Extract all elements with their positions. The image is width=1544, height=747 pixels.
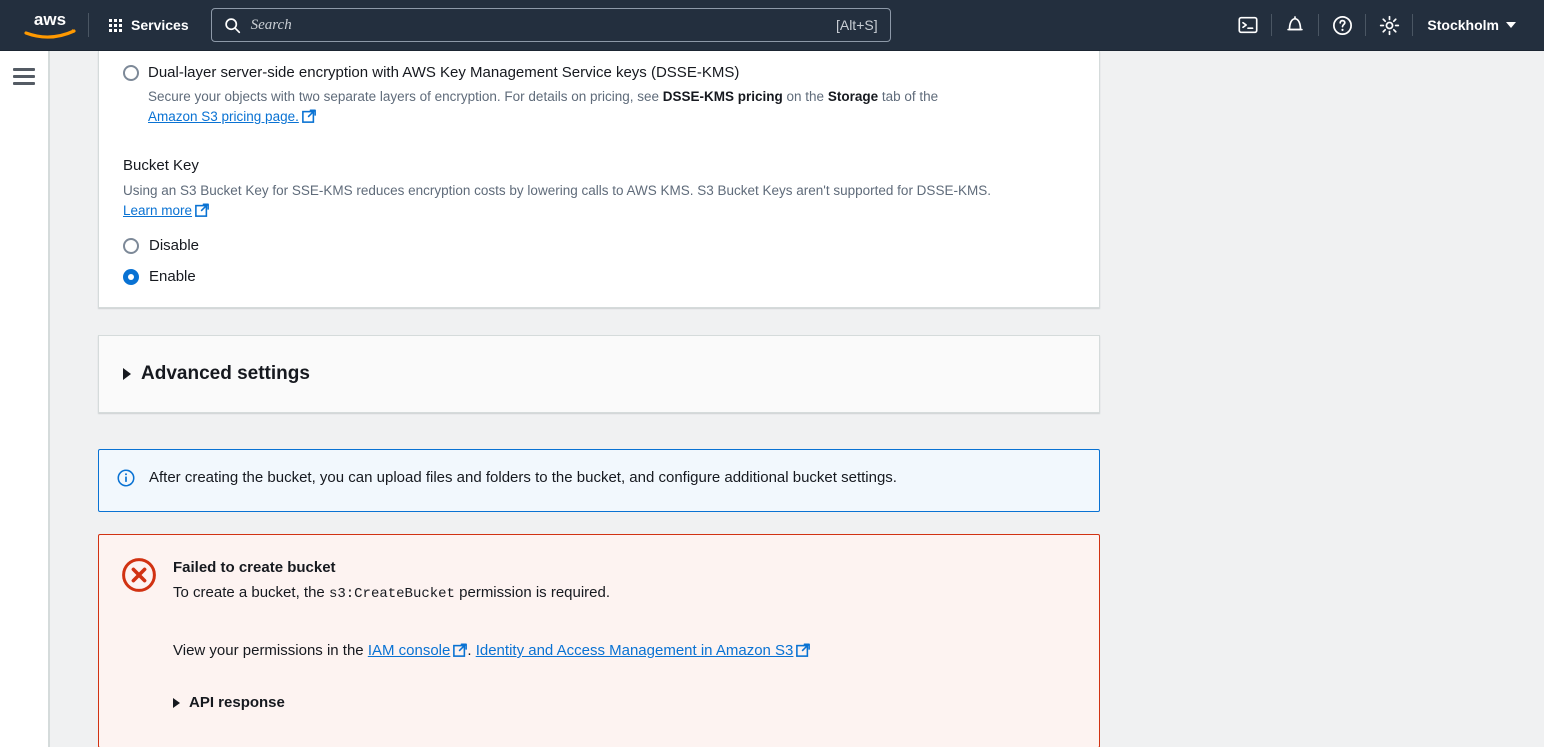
error-alert-links: View your permissions in the IAM console… <box>173 640 1077 664</box>
aws-logo[interactable]: aws <box>14 9 86 41</box>
error-alert-title: Failed to create bucket <box>173 557 1077 579</box>
region-selector[interactable]: Stockholm <box>1413 0 1530 51</box>
cloudshell-button[interactable] <box>1225 0 1271 51</box>
region-label: Stockholm <box>1427 17 1499 33</box>
error-message-prefix: To create a bucket, the <box>173 584 329 601</box>
dsse-kms-radio[interactable] <box>123 65 139 81</box>
error-alert-message: To create a bucket, the s3:CreateBucket … <box>173 581 1077 606</box>
error-message-permission-code: s3:CreateBucket <box>329 586 455 602</box>
external-link-icon <box>195 203 209 223</box>
iam-in-amazon-s3-link[interactable]: Identity and Access Management in Amazon… <box>476 642 794 659</box>
error-circle-x-icon <box>121 557 157 593</box>
dsse-desc-bold1: DSSE-KMS pricing <box>663 89 783 104</box>
bucket-key-disable-option[interactable]: Disable <box>123 237 1075 254</box>
services-menu-label: Services <box>131 17 189 33</box>
dsse-kms-description: Secure your objects with two separate la… <box>148 87 1053 129</box>
help-button[interactable] <box>1319 0 1365 51</box>
content-column: Dual-layer server-side encryption with A… <box>98 51 1100 747</box>
bucket-key-learn-more-link[interactable]: Learn more <box>123 203 192 218</box>
info-alert-text: After creating the bucket, you can uploa… <box>149 466 897 489</box>
iam-console-link[interactable]: IAM console <box>368 642 451 659</box>
external-link-icon <box>453 642 467 664</box>
dsse-desc-bold2: Storage <box>828 89 878 104</box>
advanced-settings-title: Advanced settings <box>141 363 310 385</box>
external-link-icon <box>796 642 810 664</box>
api-response-label: API response <box>189 694 285 711</box>
top-navigation-bar: aws Services Search [Alt+S] <box>0 0 1544 51</box>
search-input[interactable]: Search [Alt+S] <box>211 8 891 42</box>
advanced-settings-toggle[interactable]: Advanced settings <box>123 363 310 385</box>
advanced-settings-section[interactable]: Advanced settings <box>98 335 1100 413</box>
nav-divider <box>88 13 89 37</box>
settings-button[interactable] <box>1366 0 1412 51</box>
bucket-key-enable-option[interactable]: Enable <box>123 268 1075 285</box>
chevron-right-icon <box>173 698 180 708</box>
top-nav-right-group: Stockholm <box>1225 0 1544 50</box>
error-links-prefix: View your permissions in the <box>173 642 368 659</box>
search-icon <box>224 17 241 34</box>
external-link-icon <box>302 109 316 129</box>
encryption-settings-card: Dual-layer server-side encryption with A… <box>98 51 1100 308</box>
search-placeholder: Search <box>251 17 836 34</box>
services-menu-button[interactable]: Services <box>99 10 199 40</box>
settings-gear-icon <box>1378 14 1401 37</box>
svg-text:aws: aws <box>34 10 66 29</box>
amazon-s3-pricing-page-link[interactable]: Amazon S3 pricing page. <box>148 109 299 124</box>
aws-logo-icon: aws <box>22 9 78 41</box>
error-alert-body: Failed to create bucket To create a buck… <box>173 555 1077 711</box>
notifications-bell-icon <box>1284 14 1306 36</box>
bucket-key-disable-radio[interactable] <box>123 238 139 254</box>
bucket-key-description: Using an S3 Bucket Key for SSE-KMS reduc… <box>123 181 1048 223</box>
help-circle-icon <box>1331 14 1354 37</box>
left-navigation-rail <box>0 51 48 747</box>
page-body: Dual-layer server-side encryption with A… <box>50 51 1544 747</box>
cloudshell-icon <box>1237 14 1259 36</box>
dsse-desc-part3: tab of the <box>878 89 938 104</box>
error-message-suffix: permission is required. <box>455 584 610 601</box>
grid-menu-icon <box>109 19 122 32</box>
dsse-kms-option[interactable]: Dual-layer server-side encryption with A… <box>123 51 1075 84</box>
notifications-button[interactable] <box>1272 0 1318 51</box>
info-circle-icon <box>117 469 135 487</box>
info-alert: After creating the bucket, you can uploa… <box>98 449 1100 512</box>
bucket-key-enable-label: Enable <box>149 268 196 285</box>
hamburger-menu-icon[interactable] <box>13 68 35 85</box>
dsse-kms-label: Dual-layer server-side encryption with A… <box>148 62 739 84</box>
bucket-key-enable-radio[interactable] <box>123 269 139 285</box>
search-shortcut-hint: [Alt+S] <box>836 17 878 33</box>
bucket-key-disable-label: Disable <box>149 237 199 254</box>
chevron-right-icon <box>123 368 131 380</box>
bucket-key-title: Bucket Key <box>123 155 1075 177</box>
api-response-toggle[interactable]: API response <box>173 694 1077 711</box>
dsse-desc-part2: on the <box>783 89 828 104</box>
bucket-key-desc-text: Using an S3 Bucket Key for SSE-KMS reduc… <box>123 183 991 198</box>
dsse-desc-part1: Secure your objects with two separate la… <box>148 89 663 104</box>
chevron-down-icon <box>1506 22 1516 28</box>
error-links-separator: . <box>467 642 475 659</box>
error-alert: Failed to create bucket To create a buck… <box>98 534 1100 747</box>
